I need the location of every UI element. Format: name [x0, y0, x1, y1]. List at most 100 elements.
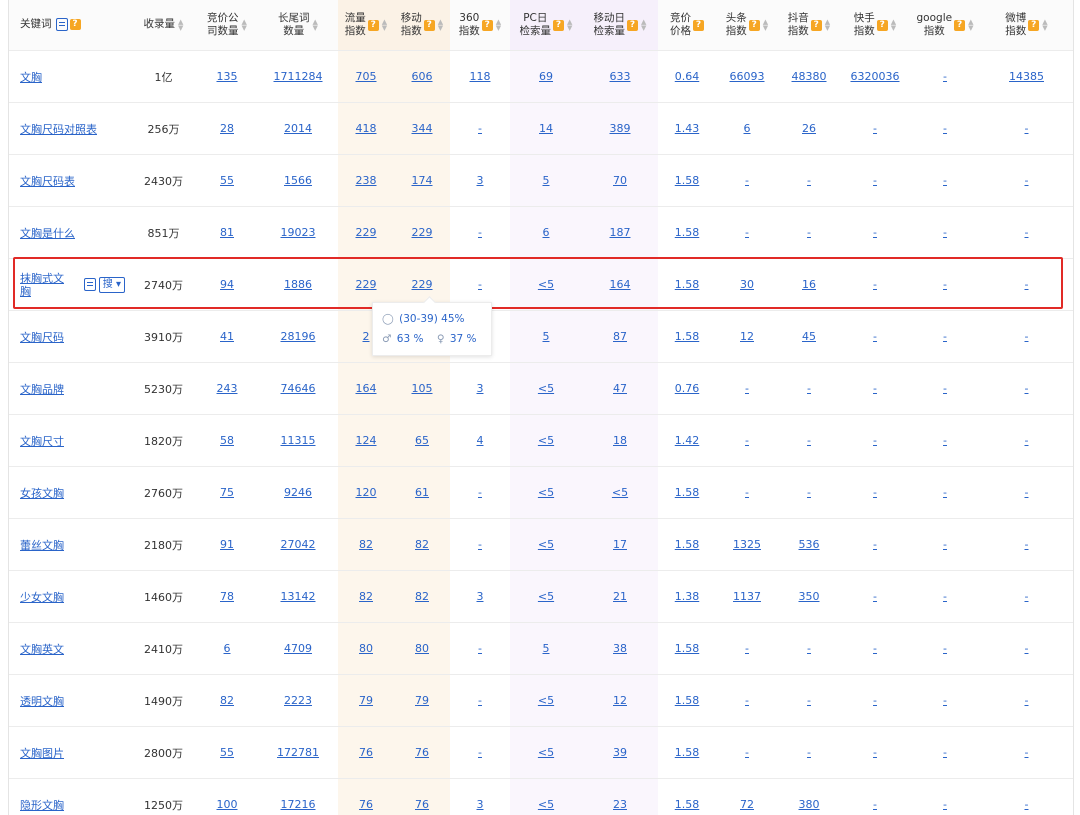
metric-link[interactable]: 28: [220, 122, 234, 135]
metric-link[interactable]: 2014: [284, 122, 312, 135]
keyword-link[interactable]: 透明文胸: [20, 695, 64, 708]
help-icon[interactable]: ?: [367, 19, 379, 31]
metric-link[interactable]: 6320036: [851, 70, 900, 83]
keyword-link[interactable]: 文胸: [20, 71, 42, 84]
metric-link[interactable]: -: [807, 694, 811, 707]
help-icon[interactable]: ?: [553, 19, 565, 31]
metric-link[interactable]: -: [807, 642, 811, 655]
sort-icon[interactable]: ▲ ▼: [763, 19, 768, 32]
metric-link[interactable]: -: [478, 486, 482, 499]
metric-link[interactable]: 66093: [730, 70, 765, 83]
help-icon[interactable]: ?: [693, 19, 704, 31]
metric-link[interactable]: -: [873, 434, 877, 447]
metric-link[interactable]: 1566: [284, 174, 312, 187]
metric-link[interactable]: 3: [477, 174, 484, 187]
metric-link[interactable]: 1.42: [675, 434, 700, 447]
keyword-link[interactable]: 文胸尺码表: [20, 175, 75, 188]
metric-link[interactable]: 1711284: [274, 70, 323, 83]
metric-link[interactable]: -: [478, 538, 482, 551]
metric-link[interactable]: 76: [359, 798, 373, 811]
keyword-link[interactable]: 文胸尺码对照表: [20, 123, 97, 136]
metric-link[interactable]: 606: [412, 70, 433, 83]
sort-icon[interactable]: ▲ ▼: [313, 19, 318, 32]
metric-link[interactable]: -: [1025, 382, 1029, 395]
metric-link[interactable]: 1.58: [675, 226, 700, 239]
metric-link[interactable]: -: [873, 330, 877, 343]
metric-link[interactable]: -: [873, 590, 877, 603]
keyword-link[interactable]: 文胸尺码: [20, 331, 64, 344]
metric-link[interactable]: -: [943, 382, 947, 395]
help-icon[interactable]: ?: [954, 19, 966, 31]
metric-link[interactable]: 38: [613, 642, 627, 655]
metric-link[interactable]: 81: [220, 226, 234, 239]
metric-link[interactable]: 65: [415, 434, 429, 447]
metric-link[interactable]: 79: [359, 694, 373, 707]
column-header-6[interactable]: 360 指数? ▲ ▼: [450, 0, 510, 51]
metric-link[interactable]: -: [745, 746, 749, 759]
keyword-link[interactable]: 文胸图片: [20, 747, 64, 760]
metric-link[interactable]: 13142: [281, 590, 316, 603]
metric-link[interactable]: -: [943, 746, 947, 759]
metric-link[interactable]: 164: [610, 278, 631, 291]
metric-link[interactable]: <5: [538, 382, 554, 395]
metric-link[interactable]: 389: [610, 122, 631, 135]
metric-link[interactable]: -: [745, 694, 749, 707]
metric-link[interactable]: 418: [356, 122, 377, 135]
metric-link[interactable]: -: [1025, 642, 1029, 655]
metric-link[interactable]: 9246: [284, 486, 312, 499]
metric-link[interactable]: -: [1025, 434, 1029, 447]
metric-link[interactable]: 82: [415, 538, 429, 551]
metric-link[interactable]: -: [1025, 486, 1029, 499]
help-icon[interactable]: ?: [810, 19, 822, 31]
metric-link[interactable]: 4: [477, 434, 484, 447]
sort-icon[interactable]: ▲ ▼: [567, 19, 572, 32]
column-header-5[interactable]: 移动 指数? ▲ ▼: [394, 0, 450, 51]
metric-link[interactable]: 82: [359, 538, 373, 551]
metric-link[interactable]: 48380: [792, 70, 827, 83]
metric-link[interactable]: 78: [220, 590, 234, 603]
metric-link[interactable]: 1.58: [675, 486, 700, 499]
metric-link[interactable]: 80: [359, 642, 373, 655]
metric-link[interactable]: -: [1025, 538, 1029, 551]
column-header-2[interactable]: 竞价公 司数量 ▲ ▼: [196, 0, 258, 51]
metric-link[interactable]: 91: [220, 538, 234, 551]
metric-link[interactable]: -: [943, 278, 947, 291]
metric-link[interactable]: 14385: [1009, 70, 1044, 83]
metric-link[interactable]: -: [478, 642, 482, 655]
metric-link[interactable]: -: [1025, 174, 1029, 187]
metric-link[interactable]: -: [745, 226, 749, 239]
metric-link[interactable]: 58: [220, 434, 234, 447]
metric-link[interactable]: -: [943, 226, 947, 239]
metric-link[interactable]: 344: [412, 122, 433, 135]
metric-link[interactable]: 76: [415, 798, 429, 811]
metric-link[interactable]: 69: [539, 70, 553, 83]
metric-link[interactable]: 47: [613, 382, 627, 395]
metric-link[interactable]: 72: [740, 798, 754, 811]
metric-link[interactable]: 1.58: [675, 642, 700, 655]
keyword-link[interactable]: 少女文胸: [20, 591, 64, 604]
metric-link[interactable]: -: [1025, 278, 1029, 291]
metric-link[interactable]: 174: [412, 174, 433, 187]
metric-link[interactable]: 12: [613, 694, 627, 707]
metric-link[interactable]: 41: [220, 330, 234, 343]
metric-link[interactable]: 1.58: [675, 330, 700, 343]
metric-link[interactable]: 82: [359, 590, 373, 603]
metric-link[interactable]: 0.64: [675, 70, 700, 83]
metric-link[interactable]: 350: [799, 590, 820, 603]
column-header-13[interactable]: google 指数? ▲ ▼: [910, 0, 980, 51]
metric-link[interactable]: 5: [543, 174, 550, 187]
metric-link[interactable]: 21: [613, 590, 627, 603]
metric-link[interactable]: 229: [356, 226, 377, 239]
metric-link[interactable]: -: [943, 434, 947, 447]
metric-link[interactable]: 124: [356, 434, 377, 447]
metric-link[interactable]: -: [807, 746, 811, 759]
metric-link[interactable]: 105: [412, 382, 433, 395]
metric-link[interactable]: -: [478, 278, 482, 291]
metric-link[interactable]: <5: [538, 486, 554, 499]
metric-link[interactable]: 94: [220, 278, 234, 291]
metric-link[interactable]: 243: [217, 382, 238, 395]
metric-link[interactable]: 2223: [284, 694, 312, 707]
keyword-link[interactable]: 文胸英文: [20, 643, 64, 656]
metric-link[interactable]: 16: [802, 278, 816, 291]
metric-link[interactable]: <5: [538, 694, 554, 707]
